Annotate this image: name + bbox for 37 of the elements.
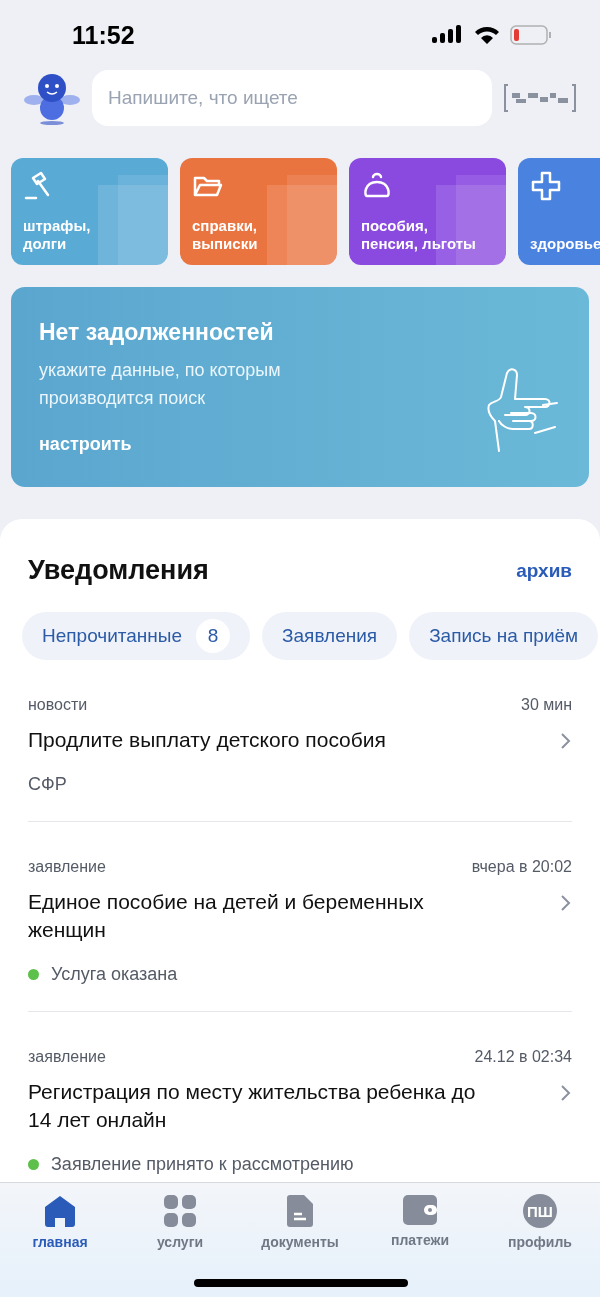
category-tile[interactable]: штрафы, долги [11, 158, 168, 265]
status-time: 11:52 [72, 20, 135, 50]
notification-source: СФР [28, 774, 67, 795]
banner-title: Нет задолженностей [39, 319, 275, 346]
tab-bar-item[interactable]: услуги [125, 1193, 235, 1263]
notification-category: заявление [28, 858, 106, 876]
filter-chip[interactable]: Запись на приём [409, 612, 599, 660]
search-field[interactable]: Напишите, что ищете [92, 70, 492, 126]
notification-title[interactable]: Единое пособие на детей и беременных женщин [28, 888, 498, 944]
avatar-initials: ПШ [523, 1194, 557, 1228]
filter-chip[interactable]: Заявления [262, 612, 398, 660]
tab-bar-item[interactable]: главная [5, 1193, 115, 1263]
notification-title[interactable]: Регистрация по месту жительства ребенка до 14 лет онлайн [28, 1078, 498, 1134]
notification-status: Услуга оказана [51, 964, 178, 985]
notification-time: вчера в 20:02 [471, 858, 572, 876]
unread-count: 8 [196, 619, 231, 653]
archive-link[interactable]: архив [516, 559, 572, 582]
tile-label: штрафы, долги [23, 217, 92, 253]
filter-chip[interactable]: Непрочитанные 8 [22, 612, 251, 660]
notification-time: 24.12 в 02:34 [474, 1048, 572, 1066]
tile-label: пособия, пенсия, льготы [361, 217, 477, 253]
category-tile[interactable]: справки, выписки [180, 158, 337, 265]
notification-title[interactable]: Продлите выплату детского пособия [28, 726, 386, 754]
tab-bar-item[interactable]: документы [245, 1193, 355, 1263]
category-tile[interactable]: здоровье [518, 158, 600, 265]
notification-category: новости [28, 696, 88, 714]
notification-status: Заявление принято к рассмотрению [51, 1154, 354, 1175]
tab-bar-item[interactable]: ПШ профиль [485, 1193, 595, 1263]
tile-label: здоровье [530, 235, 600, 253]
setup-link[interactable]: настроить [39, 434, 359, 455]
section-title: Уведомления [28, 555, 209, 586]
notification-time: 30 мин [521, 696, 572, 714]
tab-bar-item[interactable]: платежи [365, 1193, 475, 1263]
category-tile[interactable]: пособия, пенсия, льготы [349, 158, 506, 265]
notification-category: заявление [28, 1048, 106, 1066]
banner-text: укажите данные, по которым производится поиск [39, 359, 282, 410]
tile-label: справки, выписки [192, 217, 259, 253]
